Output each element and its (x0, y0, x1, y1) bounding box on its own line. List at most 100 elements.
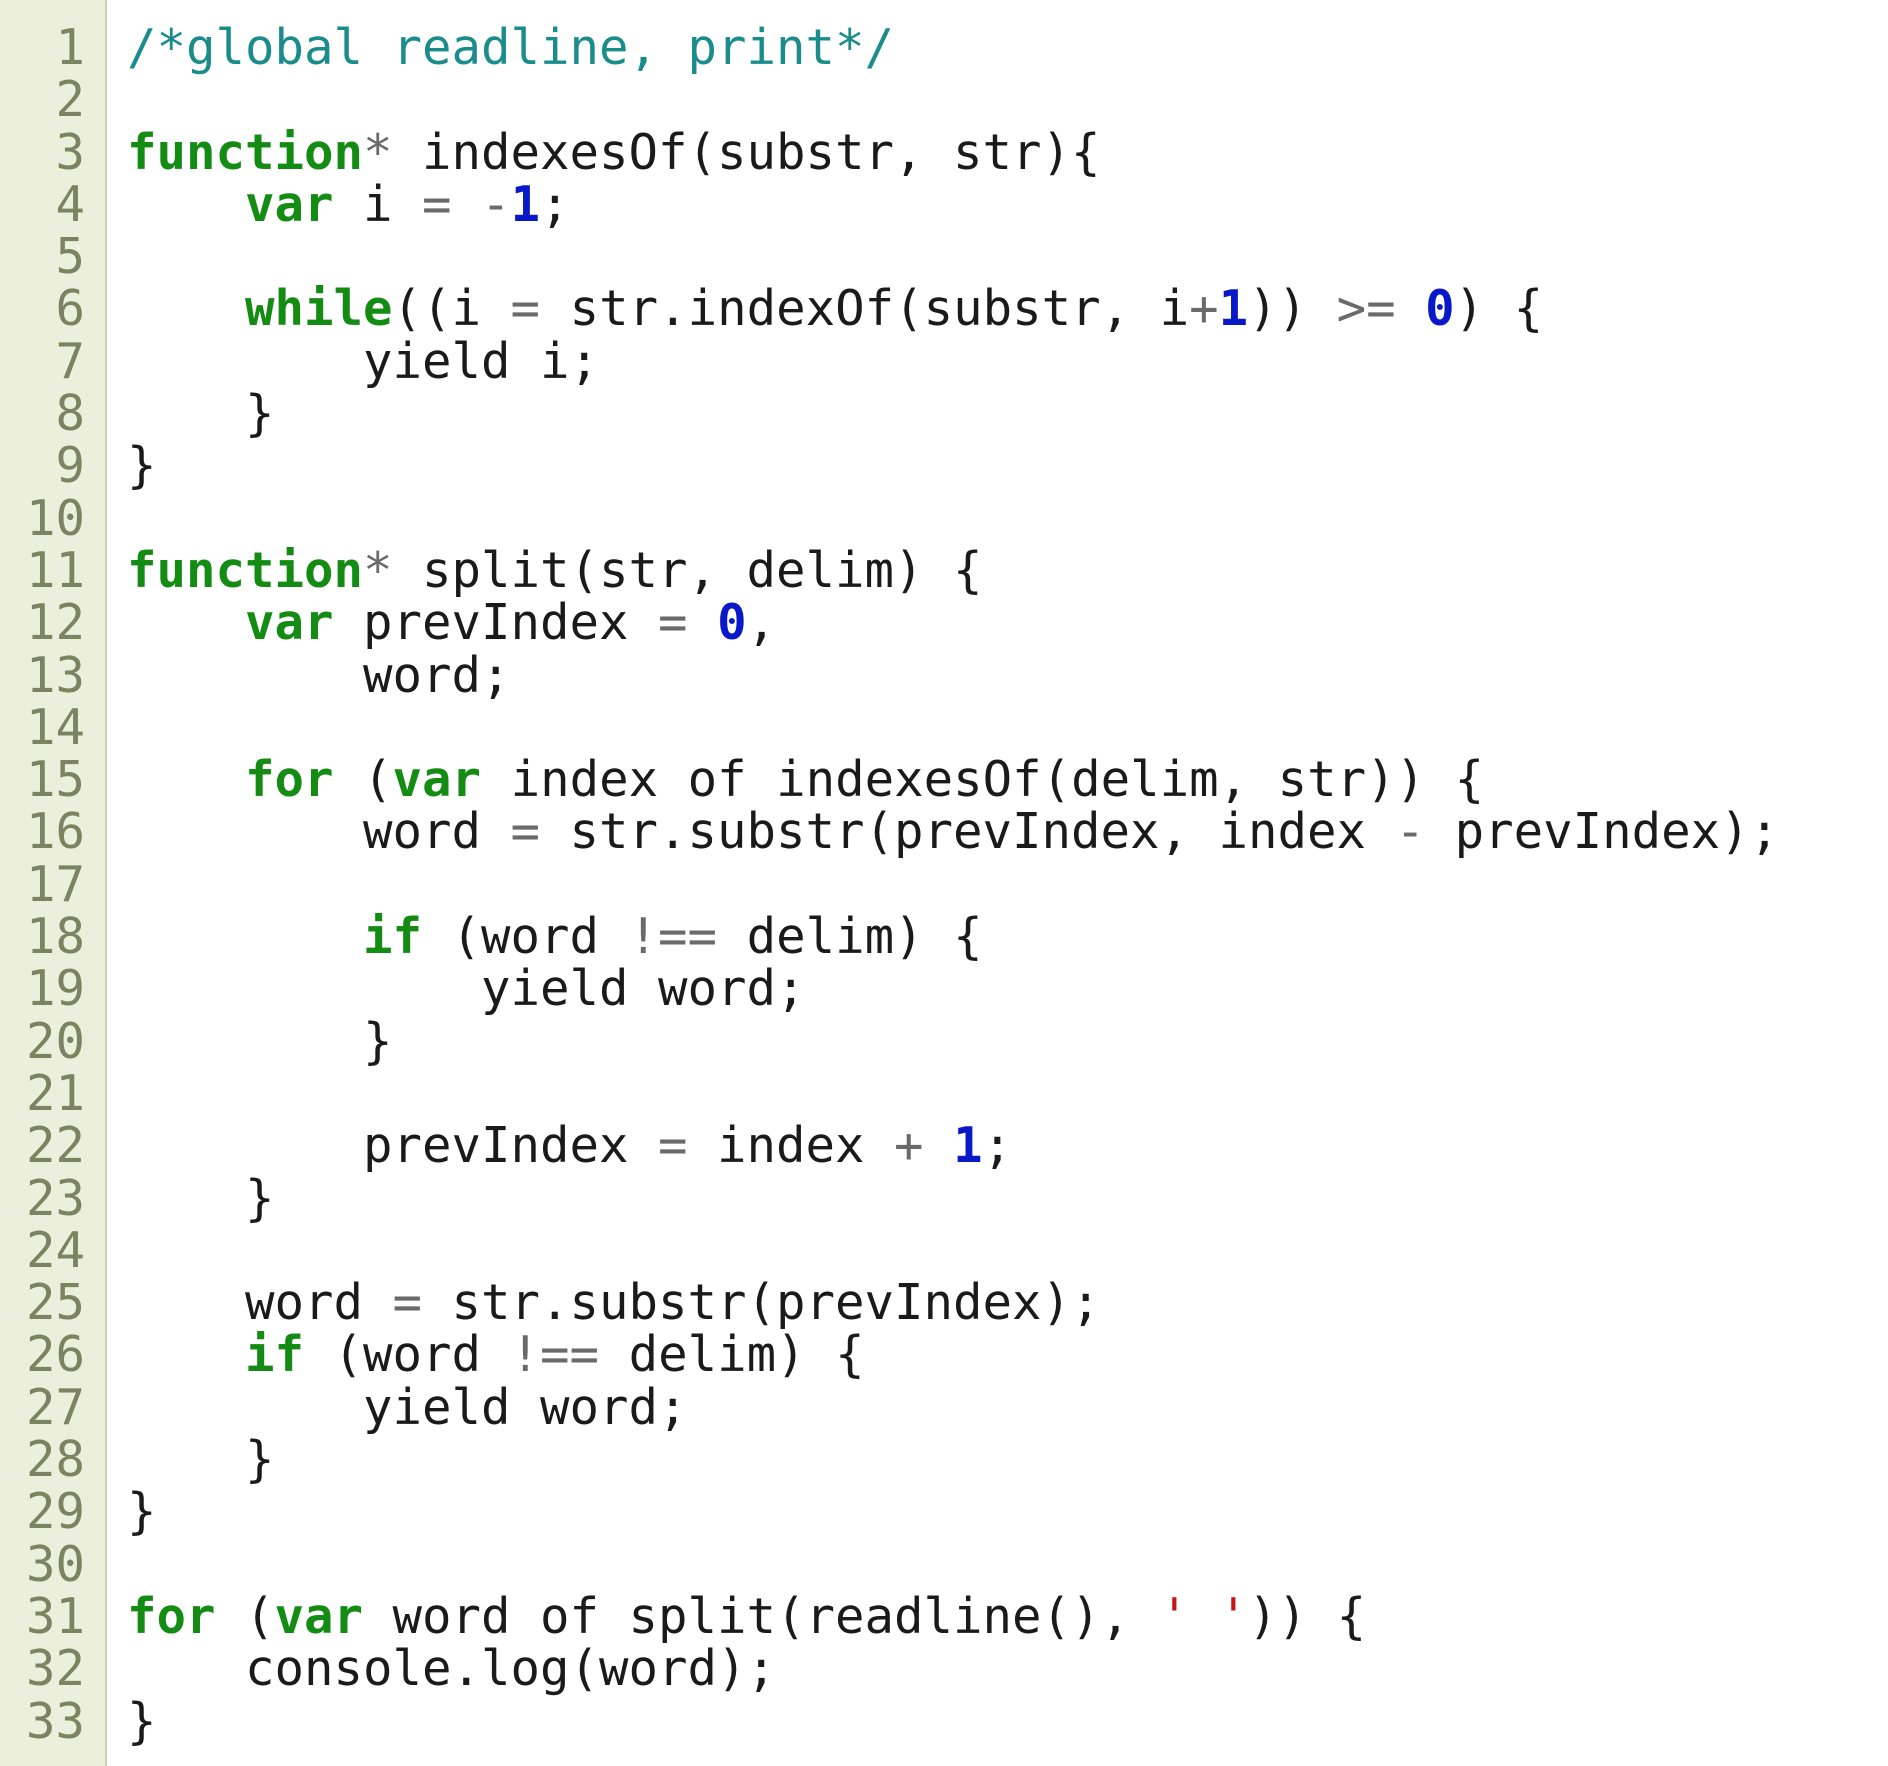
line-number: 6 (55, 280, 85, 338)
line-number: 27 (25, 1378, 85, 1436)
line-number: 30 (25, 1535, 85, 1593)
code-line[interactable]: } (127, 1431, 1888, 1489)
line-number: 20 (25, 1012, 85, 1070)
code-token: yield word; (127, 960, 806, 1018)
code-line[interactable]: } (127, 1012, 1888, 1070)
code-line[interactable]: ​ (127, 74, 1888, 126)
code-token: ) { (1454, 280, 1544, 338)
code-token: while (245, 280, 393, 338)
line-number: 14 (25, 698, 85, 756)
line-number: 9 (55, 437, 85, 495)
code-line[interactable]: } (127, 1695, 1888, 1748)
code-editor[interactable]: 1 2 3 4 5 6 7 8 9 10 11 12 13 14 15 16 17 18 19 20 21 22 23 24 2… (0, 0, 1888, 1766)
code-line[interactable]: if (word !== delim) { (127, 908, 1888, 966)
code-token: } (127, 1169, 275, 1227)
line-number: 7 (55, 332, 85, 390)
line-number-gutter: 1 2 3 4 5 6 7 8 9 10 11 12 13 14 15 16 17 18 19 20 21 22 23 24 2… (0, 0, 107, 1766)
code-line[interactable]: } (127, 440, 1888, 492)
code-token: , (746, 594, 777, 652)
code-line[interactable]: /*global readline, print*/ (127, 21, 1888, 74)
code-line[interactable]: ​ (127, 493, 1888, 545)
line-number: 1 (55, 19, 85, 76)
code-token: var (392, 751, 482, 809)
code-token: } (127, 385, 275, 443)
code-line[interactable]: } (127, 1486, 1888, 1538)
code-line[interactable]: prevIndex = index + 1; (127, 1120, 1888, 1172)
code-token: } (127, 1431, 275, 1489)
code-line[interactable]: yield i; (127, 332, 1888, 390)
line-number: 2 (55, 71, 85, 129)
code-token: for (127, 1587, 216, 1645)
code-token: str.substr(prevIndex); (422, 1274, 1101, 1332)
code-token: function (127, 123, 364, 181)
code-token: = (510, 280, 541, 338)
line-number: 33 (25, 1692, 85, 1750)
code-line[interactable]: ​ (127, 859, 1888, 911)
code-token: ((i (392, 280, 511, 338)
code-line[interactable]: for (var index of indexesOf(delim, str))… (127, 754, 1888, 806)
line-number: 22 (25, 1117, 85, 1175)
code-token: >= (1336, 280, 1396, 338)
line-number: 19 (25, 960, 85, 1018)
code-line[interactable]: ​ (127, 231, 1888, 283)
code-token: var (245, 175, 334, 233)
line-number: 3 (55, 123, 85, 181)
code-token: var (274, 1587, 364, 1645)
line-number: 15 (25, 751, 85, 809)
code-token: ; (982, 1117, 1013, 1175)
code-line[interactable]: yield word; (127, 1381, 1888, 1434)
code-line[interactable]: function* indexesOf(substr, str){ (127, 123, 1888, 181)
code-line[interactable]: ​ (127, 702, 1888, 754)
code-line[interactable]: for (var word of split(readline(), ' '))… (127, 1587, 1888, 1645)
code-line[interactable]: function* split(str, delim) { (127, 541, 1888, 599)
code-line[interactable]: yield word; (127, 963, 1888, 1015)
code-token: 1 (953, 1117, 983, 1175)
code-line[interactable]: word = str.substr(prevIndex, index - pre… (127, 806, 1888, 858)
code-token: word; (127, 646, 511, 704)
code-token: ( (215, 1587, 275, 1645)
code-token: split(str, delim) { (392, 541, 983, 599)
code-token: if (363, 908, 423, 966)
code-token: word of split(readline(), (363, 1587, 1160, 1645)
code-line[interactable]: console.log(word); (127, 1643, 1888, 1695)
code-token: index of indexesOf(delim, str)) { (481, 751, 1485, 809)
code-line[interactable]: var i = -1; (127, 175, 1888, 233)
code-token: ( (333, 751, 393, 809)
code-token: + (894, 1117, 924, 1175)
code-token: yield i; (127, 332, 600, 390)
code-line[interactable]: word = str.substr(prevIndex); (127, 1274, 1888, 1332)
line-number: 25 (25, 1274, 85, 1332)
line-number: 13 (25, 646, 85, 704)
line-number: 8 (55, 385, 85, 443)
code-area[interactable]: /*global readline, print*/​function* ind… (107, 0, 1888, 1766)
code-line[interactable]: ​ (127, 1539, 1888, 1591)
code-line[interactable]: word; (127, 646, 1888, 704)
line-number: 26 (25, 1326, 85, 1384)
code-line[interactable]: var prevIndex = 0, (127, 597, 1888, 649)
code-token: word (127, 803, 511, 861)
code-token: delim) { (599, 1326, 865, 1384)
code-token: 0 (717, 594, 747, 652)
code-line[interactable]: if (word !== delim) { (127, 1329, 1888, 1381)
line-number: 21 (25, 1064, 85, 1122)
code-line[interactable]: } (127, 1169, 1888, 1227)
code-token: } (127, 1012, 393, 1070)
code-token: - (1395, 803, 1426, 861)
code-line[interactable]: ​ (127, 1068, 1888, 1120)
code-line[interactable]: ​ (127, 1225, 1888, 1277)
code-line[interactable]: } (127, 385, 1888, 443)
line-number: 28 (25, 1431, 85, 1489)
code-token: * (363, 541, 393, 599)
code-token: (word (422, 908, 629, 966)
code-token: 1 (510, 175, 541, 233)
code-token: - (481, 175, 511, 233)
code-line[interactable]: while((i = str.indexOf(substr, i+1)) >= … (127, 283, 1888, 335)
code-token: !== (510, 1326, 600, 1384)
code-token: if (245, 1326, 305, 1384)
